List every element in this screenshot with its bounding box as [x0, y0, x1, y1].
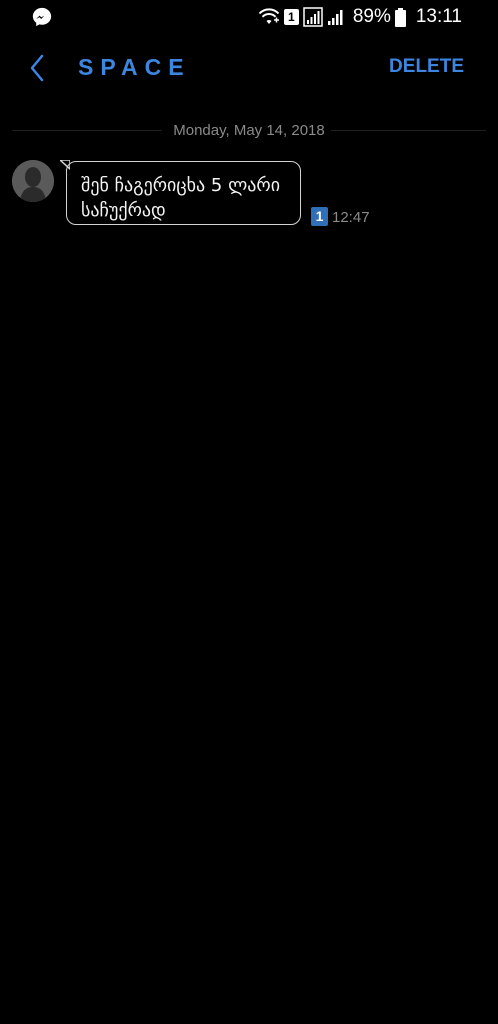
wifi-icon — [258, 8, 280, 24]
messenger-icon — [32, 7, 52, 27]
avatar[interactable] — [12, 160, 54, 202]
message-time: 12:47 — [332, 209, 370, 226]
default-avatar-icon — [12, 160, 54, 202]
divider-line — [331, 130, 486, 131]
signal-icon — [327, 10, 343, 25]
battery-icon — [394, 7, 406, 27]
status-bar: 1 89% 13:11 — [0, 0, 498, 34]
status-icons: 1 89% 13:11 — [258, 5, 462, 29]
back-button[interactable] — [26, 52, 50, 84]
delete-button[interactable]: DELETE — [389, 56, 464, 78]
conversation-header: SPACE DELETE — [0, 44, 498, 92]
date-divider: Monday, May 14, 2018 — [12, 120, 486, 142]
conversation-title: SPACE — [78, 54, 191, 80]
status-clock: 13:11 — [415, 6, 462, 27]
sim-badge: 1 — [311, 207, 328, 226]
message-bubble[interactable]: შენ ჩაგერიცხა 5 ლარი საჩუქრად — [66, 161, 301, 225]
sim-indicator: 1 — [283, 9, 299, 25]
signal-box-icon — [303, 7, 323, 27]
battery-percent: 89% — [352, 6, 391, 27]
